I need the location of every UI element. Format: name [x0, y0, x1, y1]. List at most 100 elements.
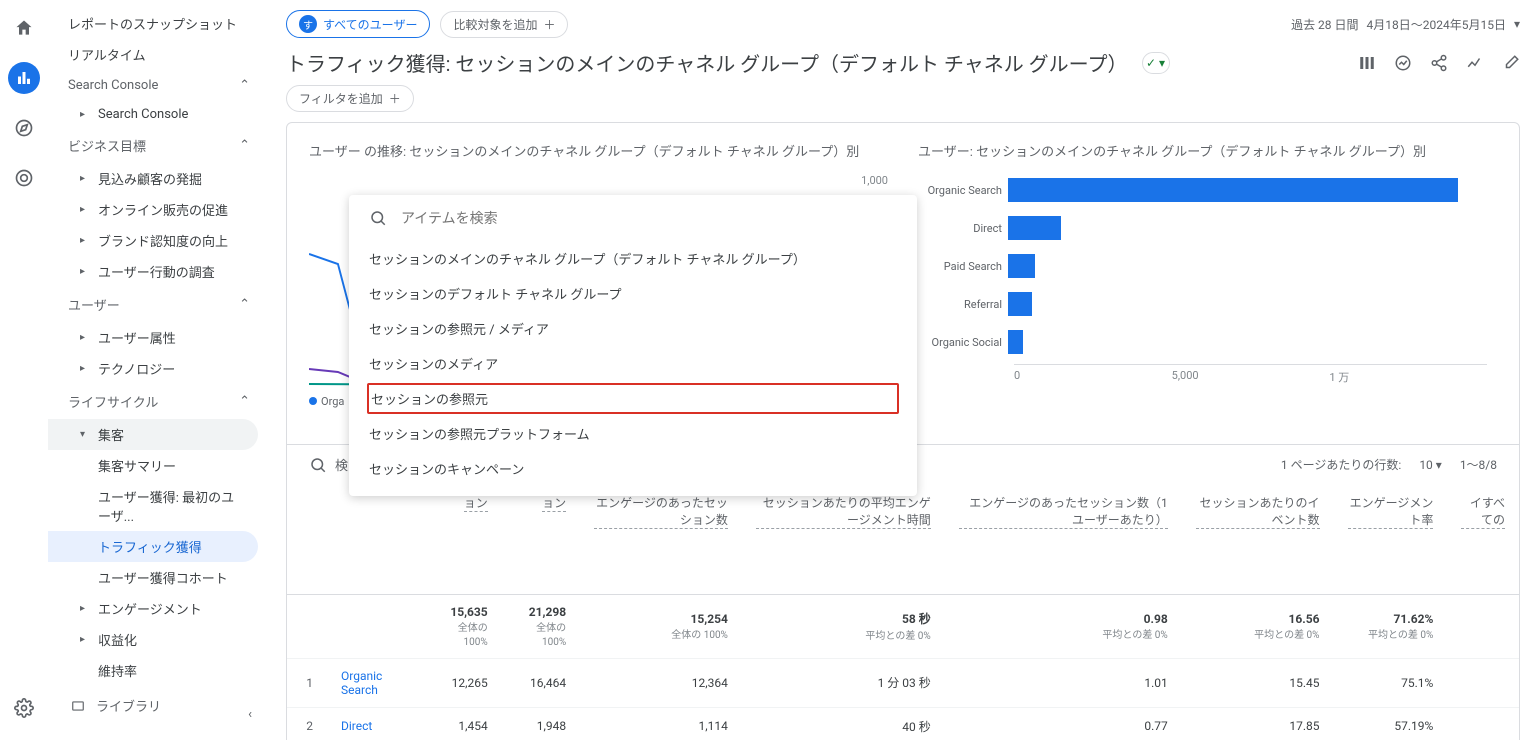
sidebar-section-business[interactable]: ビジネス目標⌃ — [48, 128, 266, 163]
sidebar-snapshot[interactable]: レポートのスナップショット — [48, 8, 266, 39]
trend-icon[interactable] — [1466, 54, 1484, 72]
settings-icon[interactable] — [8, 692, 40, 724]
sidebar-item-leads[interactable]: ▸見込み顧客の発掘 — [48, 163, 258, 194]
insights-icon[interactable] — [1394, 54, 1412, 72]
sidebar-item-retention[interactable]: 維持率 — [48, 655, 258, 686]
chip-all-users[interactable]: す すべてのユーザー — [286, 10, 430, 38]
search-icon — [369, 209, 387, 227]
sidebar: レポートのスナップショット リアルタイム Search Console⌃ ▸Se… — [48, 0, 266, 740]
bar-fill — [1008, 254, 1035, 278]
bar-row: Organic Social — [918, 326, 1487, 358]
caret-right-icon: ▸ — [80, 204, 90, 215]
dropdown-item-0[interactable]: セッションのメインのチャネル グループ（デフォルト チャネル グループ） — [349, 241, 917, 276]
table-search[interactable]: 検 — [309, 455, 348, 474]
bar-label: Organic Social — [918, 336, 1008, 349]
bar-chart: ユーザー: セッションのメインのチャネル グループ（デフォルト チャネル グルー… — [918, 141, 1497, 434]
bar-row: Direct — [918, 212, 1487, 244]
dropdown-item-3[interactable]: セッションのメディア — [349, 346, 917, 381]
explore-icon[interactable] — [8, 112, 40, 144]
column-header[interactable]: セッションあたりのイベント数 — [1182, 484, 1334, 594]
sidebar-section-lifecycle[interactable]: ライフサイクル⌃ — [48, 384, 266, 419]
totals-row: 15,635全体の 100%21,298全体の 100%15,254全体の 10… — [287, 594, 1519, 658]
sidebar-item-sales[interactable]: ▸オンライン販売の促進 — [48, 194, 258, 225]
sidebar-item-tech[interactable]: ▸テクノロジー — [48, 353, 258, 384]
filter-row: フィルタを追加＋ — [266, 85, 1540, 122]
title-actions — [1358, 54, 1520, 72]
dropdown-item-1[interactable]: セッションのデフォルト チャネル グループ — [349, 276, 917, 311]
chevron-up-icon: ⌃ — [239, 78, 250, 93]
sidebar-section-search-console[interactable]: Search Console⌃ — [48, 70, 266, 101]
dropdown-item-5[interactable]: セッションの参照元プラットフォーム — [349, 416, 917, 451]
bar-row: Referral — [918, 288, 1487, 320]
caret-right-icon: ▸ — [80, 173, 90, 184]
bar-label: Direct — [918, 222, 1008, 235]
sidebar-item-monetization[interactable]: ▸収益化 — [48, 624, 258, 655]
icon-rail — [0, 0, 48, 740]
chevron-up-icon: ⌃ — [239, 394, 250, 409]
column-header[interactable]: エンゲージのあったセッション数 — [580, 484, 742, 594]
bar-label: Organic Search — [918, 184, 1008, 197]
sidebar-item-acq-summary[interactable]: 集客サマリー — [48, 450, 258, 481]
sidebar-item-brand[interactable]: ▸ブランド認知度の向上 — [48, 225, 258, 256]
caret-right-icon: ▸ — [80, 109, 90, 120]
sidebar-item-traffic-acq[interactable]: トラフィック獲得 — [48, 531, 258, 562]
dimension-dropdown: セッションのメインのチャネル グループ（デフォルト チャネル グループ） セッシ… — [349, 195, 917, 496]
rows-per-page-select[interactable]: 10 ▾ — [1419, 458, 1442, 472]
library-icon — [70, 699, 86, 713]
advertising-icon[interactable] — [8, 162, 40, 194]
sidebar-item-acquisition[interactable]: ▾集客 — [48, 419, 258, 450]
bar-row: Organic Search — [918, 174, 1487, 206]
share-icon[interactable] — [1430, 54, 1448, 72]
sidebar-item-search-console[interactable]: ▸Search Console — [48, 101, 258, 128]
y-axis-max: 1,000 — [861, 174, 888, 187]
dropdown-search-input[interactable] — [401, 210, 897, 226]
bar-chart-title: ユーザー: セッションのメインのチャネル グループ（デフォルト チャネル グルー… — [918, 141, 1497, 160]
column-header[interactable]: エンゲージのあったセッション数（1 ユーザーあたり） — [945, 484, 1182, 594]
caret-right-icon: ▸ — [80, 266, 90, 277]
search-icon — [309, 456, 327, 474]
date-range-picker[interactable]: 過去 28 日間 4月18日～2024年5月15日 ▾ — [1291, 16, 1520, 33]
status-badge[interactable]: ✓ ▾ — [1142, 52, 1170, 74]
sidebar-section-user[interactable]: ユーザー⌃ — [48, 287, 266, 322]
dropdown-item-4[interactable]: セッションの参照元 — [367, 383, 899, 414]
bar-fill — [1008, 216, 1061, 240]
chip-add-filter[interactable]: フィルタを追加＋ — [286, 85, 414, 112]
reports-icon[interactable] — [8, 62, 40, 94]
content-scroll[interactable]: ユーザー の推移: セッションのメインのチャネル グループ（デフォルト チャネル… — [266, 122, 1540, 740]
caret-right-icon: ▸ — [80, 363, 90, 374]
title-row: トラフィック獲得: セッションのメインのチャネル グループ（デフォルト チャネル… — [266, 44, 1540, 85]
edit-icon[interactable] — [1502, 54, 1520, 72]
bar-label: Referral — [918, 298, 1008, 311]
rows-per-page-label: 1 ページあたりの行数: — [1281, 456, 1401, 473]
customize-icon[interactable] — [1358, 54, 1376, 72]
sidebar-library[interactable]: ライブラリ — [48, 686, 266, 725]
report-card: ユーザー の推移: セッションのメインのチャネル グループ（デフォルト チャネル… — [286, 122, 1520, 740]
table-row[interactable]: 1Organic Search12,26516,46412,3641 分 03 … — [287, 658, 1519, 707]
sidebar-item-engagement[interactable]: ▸エンゲージメント — [48, 593, 258, 624]
sidebar-item-user-attrs[interactable]: ▸ユーザー属性 — [48, 322, 258, 353]
bar-fill — [1008, 178, 1458, 202]
caret-right-icon: ▸ — [80, 634, 90, 645]
sidebar-item-behavior[interactable]: ▸ユーザー行動の調査 — [48, 256, 258, 287]
home-icon[interactable] — [8, 12, 40, 44]
dropdown-item-2[interactable]: セッションの参照元 / メディア — [349, 311, 917, 346]
column-header[interactable]: イすべての — [1447, 484, 1519, 594]
sidebar-realtime[interactable]: リアルタイム — [48, 39, 266, 70]
collapse-sidebar-icon[interactable]: ‹ — [248, 707, 252, 722]
chevron-up-icon: ⌃ — [239, 138, 250, 153]
table-pager: 1 ページあたりの行数: 10 ▾ 1～8/8 — [1281, 456, 1497, 473]
bar-row: Paid Search — [918, 250, 1487, 282]
caret-right-icon: ▸ — [80, 332, 90, 343]
bar-fill — [1008, 330, 1023, 354]
sidebar-item-user-acq[interactable]: ユーザー獲得: 最初のユーザ... — [48, 481, 258, 531]
sidebar-item-cohort[interactable]: ユーザー獲得コホート — [48, 562, 258, 593]
bar-axis: 05,0001 万 — [1014, 364, 1487, 385]
chip-add-compare[interactable]: 比較対象を追加＋ — [440, 11, 568, 38]
column-header[interactable]: セッションあたりの平均エンゲージメント時間 — [742, 484, 945, 594]
top-controls: す すべてのユーザー 比較対象を追加＋ 過去 28 日間 4月18日～2024年… — [266, 0, 1540, 44]
caret-right-icon: ▸ — [80, 603, 90, 614]
dropdown-item-6[interactable]: セッションのキャンペーン — [349, 451, 917, 486]
column-header[interactable]: エンゲージメント率 — [1334, 484, 1448, 594]
caret-right-icon: ▸ — [80, 235, 90, 246]
table-row[interactable]: 2Direct1,4541,9481,11440 秒0.7717.8557.19… — [287, 707, 1519, 740]
